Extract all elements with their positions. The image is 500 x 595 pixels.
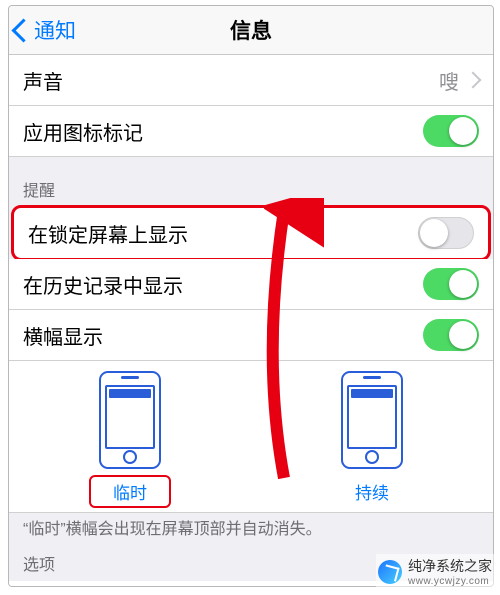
banner-style-picker: 临时 持续 [9, 361, 493, 513]
row-history-label: 在历史记录中显示 [23, 270, 423, 299]
device-frame: 通知 信息 声音 嗖 应用图标标记 提醒 在锁定屏幕上显示 在历史记录中显示 横… [8, 5, 494, 587]
row-sound-label: 声音 [23, 66, 439, 95]
banner-style-temporary[interactable]: 临时 [9, 371, 251, 508]
row-banner-label: 横幅显示 [23, 321, 423, 350]
watermark-cn: 纯净系统之家 [408, 556, 492, 576]
chevron-left-icon [11, 18, 35, 42]
back-button[interactable]: 通知 [9, 15, 76, 45]
row-lockscreen: 在锁定屏幕上显示 [11, 205, 491, 261]
switch-badge[interactable] [423, 115, 479, 147]
row-sound[interactable]: 声音 嗖 [9, 55, 493, 106]
nav-bar: 通知 信息 [9, 6, 493, 55]
phone-persistent-icon [341, 371, 403, 469]
section-alerts-header: 提醒 [9, 157, 493, 207]
row-lockscreen-label: 在锁定屏幕上显示 [28, 219, 418, 248]
row-badge: 应用图标标记 [9, 106, 493, 157]
page-title: 信息 [9, 15, 493, 45]
watermark: 纯净系统之家 www.ycwjzy.com [376, 554, 494, 589]
switch-banner[interactable] [423, 319, 479, 351]
phone-temporary-icon [99, 371, 161, 469]
switch-lockscreen[interactable] [418, 217, 474, 249]
row-banner: 横幅显示 [9, 310, 493, 361]
banner-style-temporary-label: 临时 [89, 475, 171, 508]
banner-style-persistent[interactable]: 持续 [251, 371, 493, 508]
chevron-right-icon [465, 72, 482, 89]
watermark-logo-icon [378, 560, 402, 584]
back-label: 通知 [34, 15, 76, 45]
switch-history[interactable] [423, 268, 479, 300]
banner-style-persistent-label: 持续 [331, 475, 413, 508]
row-history: 在历史记录中显示 [9, 259, 493, 310]
row-sound-value: 嗖 [439, 66, 459, 95]
banner-footer: “临时”横幅会出现在屏幕顶部并自动消失。 [9, 513, 493, 541]
row-badge-label: 应用图标标记 [23, 117, 423, 146]
watermark-en: www.ycwjzy.com [408, 576, 492, 587]
